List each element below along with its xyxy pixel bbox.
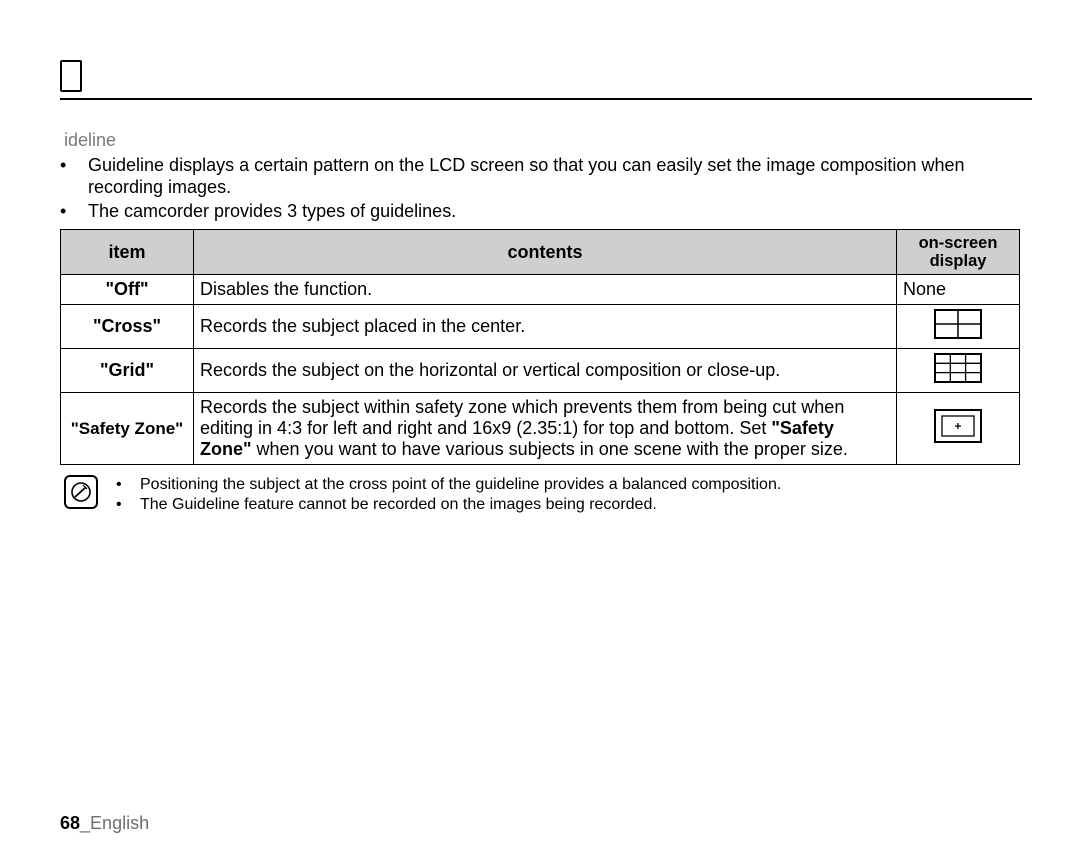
cell-contents: Records the subject placed in the center… [194,305,897,349]
cell-display-none: None [897,275,1020,305]
safety-zone-icon [934,409,982,443]
page-footer: 68_English [60,813,149,834]
cell-display-cross [897,305,1020,349]
divider [60,98,1032,100]
cell-item: "Cross" [61,305,194,349]
table-row: "Grid" Records the subject on the horizo… [61,349,1020,393]
bullet-icon: • [116,495,140,515]
table-row: "Cross" Records the subject placed in th… [61,305,1020,349]
page-number: 68 [60,813,80,833]
guideline-table: item contents on-screen display "Off" Di… [60,229,1020,465]
intro-item: • Guideline displays a certain pattern o… [60,155,1032,199]
footer-language: English [90,813,149,833]
grid-icon [934,353,982,383]
th-contents: contents [194,229,897,274]
intro-list: • Guideline displays a certain pattern o… [60,155,1032,223]
note-icon [64,475,98,509]
bullet-icon: • [116,475,140,495]
header-mark-icon [60,60,82,92]
note-text: Positioning the subject at the cross poi… [140,475,781,495]
cell-contents: Records the subject within safety zone w… [194,393,897,465]
cell-item: "Off" [61,275,194,305]
cross-grid-icon [934,309,982,339]
cell-item: "Safety Zone" [61,393,194,465]
note-list: • Positioning the subject at the cross p… [116,475,781,515]
cell-item: "Grid" [61,349,194,393]
intro-text: The camcorder provides 3 types of guidel… [88,201,456,223]
cell-display-safety [897,393,1020,465]
intro-text: Guideline displays a certain pattern on … [88,155,1032,199]
cell-contents: Disables the function. [194,275,897,305]
footer-sep: _ [80,813,90,833]
bullet-icon: • [60,201,88,223]
safety-text-pre: Records the subject within safety zone w… [200,397,844,438]
note-text: The Guideline feature cannot be recorded… [140,495,657,515]
th-display: on-screen display [897,229,1020,274]
note-item: • The Guideline feature cannot be record… [116,495,781,515]
table-row: "Off" Disables the function. None [61,275,1020,305]
section-title-fragment: ideline [64,130,1032,151]
cell-contents: Records the subject on the horizontal or… [194,349,897,393]
safety-text-post: when you want to have various subjects i… [252,439,848,459]
cell-display-grid [897,349,1020,393]
th-item: item [61,229,194,274]
intro-item: • The camcorder provides 3 types of guid… [60,201,1032,223]
note-item: • Positioning the subject at the cross p… [116,475,781,495]
table-row: "Safety Zone" Records the subject within… [61,393,1020,465]
note-block: • Positioning the subject at the cross p… [60,475,1032,515]
bullet-icon: • [60,155,88,199]
